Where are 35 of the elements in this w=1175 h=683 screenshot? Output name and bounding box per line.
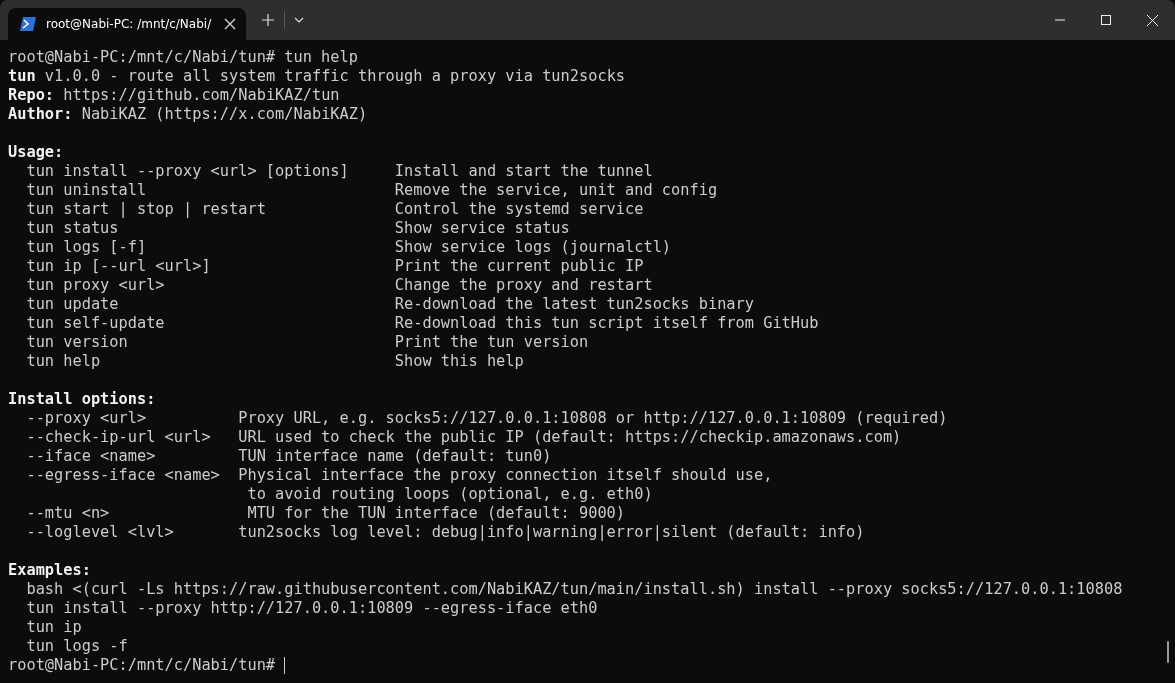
terminal-line: --iface <name> TUN interface name (default: tun0) [25, 447, 552, 466]
terminal-line: root@Nabi-PC:/mnt/c/Nabi/tun# tun help [8, 48, 358, 67]
terminal-line: tun self-update Re-download this tun script itself from GitHub [25, 314, 819, 333]
terminal-line: to avoid routing loops (optional, e.g. eth0) [246, 485, 653, 504]
scrollbar-thumb[interactable] [1167, 641, 1169, 663]
terminal-line: tun update Re-download the latest tun2socks binary [25, 295, 754, 314]
terminal-line: Usage: [8, 143, 64, 162]
terminal-line: tun uninstall Remove the service, unit and config [25, 181, 718, 200]
terminal-line: tun logs -f [25, 637, 128, 656]
terminal-line: --loglevel <lvl> tun2socks log level: debug|info|warning|error|silent (default: info) [25, 523, 865, 542]
terminal-line: Author: NabiKAZ (https://x.com/NabiKAZ) [8, 105, 368, 124]
terminal-line: Examples: [8, 561, 91, 580]
terminal-line: tun ip [--url <url>] Print the current public IP [25, 257, 644, 276]
terminal-line: tun version Print the tun version [25, 333, 589, 352]
terminal-line: Repo: https://github.com/NabiKAZ/tun [8, 86, 340, 105]
terminal-line: --egress-iface <name> Physical interface the proxy connection itself should use, [25, 466, 773, 485]
terminal-line: tun start | stop | restart Control the systemd service [25, 200, 644, 219]
terminal-line: tun ip [25, 618, 82, 637]
terminal-line: tun proxy <url> Change the proxy and restart [25, 276, 653, 295]
terminal-line: --check-ip-url <url> URL used to check the public IP (default: https://checkip.amazonaws.com) [25, 428, 902, 447]
terminal-line: tun help Show this help [25, 352, 524, 371]
terminal-line: --proxy <url> Proxy URL, e.g. socks5://127.0.0.1:10808 or http://127.0.0.1:10809 (required) [25, 409, 948, 428]
terminal-line: --mtu <n> MTU for the TUN interface (default: 9000) [25, 504, 626, 523]
powershell-icon [20, 17, 36, 31]
terminal-line: tun v1.0.0 - route all system traffic through a proxy via tun2socks [8, 67, 626, 86]
terminal-line: Install options: [8, 390, 156, 409]
terminal-line: tun logs [-f] Show service logs (journalctl) [25, 238, 672, 257]
terminal-line: bash <(curl -Ls https://raw.githubusercontent.com/NabiKAZ/tun/main/install.sh) install --proxy socks5://127.0.0.1:10808 [25, 580, 1123, 599]
terminal-tab[interactable]: root@Nabi-PC: /mnt/c/Nabi/ [8, 8, 246, 40]
terminal-prompt: root@Nabi-PC:/mnt/c/Nabi/tun# [8, 656, 277, 675]
terminal-line: tun status Show service status [25, 219, 570, 238]
close-tab-icon[interactable] [224, 18, 236, 30]
terminal-line: tun install --proxy <url> [options] Install and start the tunnel [25, 162, 653, 181]
terminal-line: tun install --proxy http://127.0.0.1:10809 --egress-iface eth0 [25, 599, 598, 618]
text-cursor [284, 657, 286, 674]
